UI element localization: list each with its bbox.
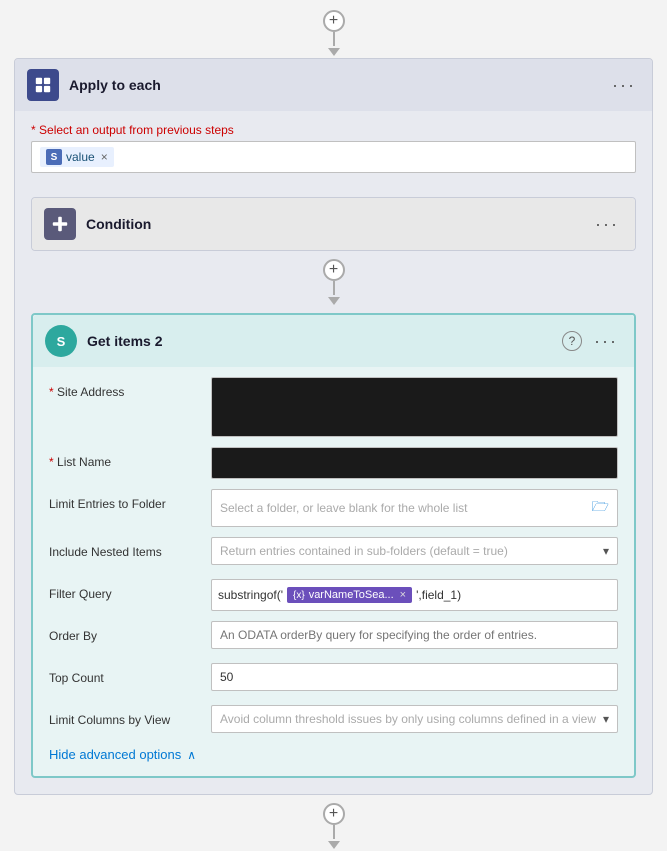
get-items-help-button[interactable]: ?	[562, 331, 582, 351]
apply-each-header: Apply to each ···	[15, 59, 652, 111]
site-address-row: Site Address	[49, 377, 618, 437]
include-nested-control: Return entries contained in sub-folders …	[211, 537, 618, 569]
list-name-input[interactable]	[211, 447, 618, 479]
limit-columns-chevron: ▾	[603, 712, 609, 726]
apply-each-svg-icon	[34, 76, 52, 94]
limit-entries-select[interactable]: Select a folder, or leave blank for the …	[211, 489, 618, 527]
order-by-label: Order By	[49, 621, 199, 643]
bottom-connector: +	[323, 803, 345, 849]
bottom-arrow	[328, 841, 340, 849]
site-address-control	[211, 377, 618, 437]
limit-columns-label: Limit Columns by View	[49, 705, 199, 727]
limit-columns-row: Limit Columns by View Avoid column thres…	[49, 705, 618, 737]
filter-token-close[interactable]: ×	[400, 589, 406, 601]
apply-each-more-button[interactable]: ···	[608, 74, 640, 96]
limit-entries-control: Select a folder, or leave blank for the …	[211, 489, 618, 527]
filter-query-control: substringof(' {x} varNameToSea... × ',fi…	[211, 579, 618, 611]
middle-arrow	[328, 297, 340, 305]
list-name-row: List Name	[49, 447, 618, 479]
limit-columns-control: Avoid column threshold issues by only us…	[211, 705, 618, 737]
order-by-input[interactable]	[211, 621, 618, 649]
select-output-label: Select an output from previous steps	[31, 123, 636, 137]
list-name-control	[211, 447, 618, 479]
top-count-label: Top Count	[49, 663, 199, 685]
top-count-input[interactable]	[211, 663, 618, 691]
top-count-control	[211, 663, 618, 695]
apply-each-inner: Condition ··· + S Get items 2 ? ···	[15, 189, 652, 794]
limit-entries-placeholder: Select a folder, or leave blank for the …	[220, 501, 467, 515]
include-nested-chevron: ▾	[603, 544, 609, 558]
top-arrow	[328, 48, 340, 56]
get-items-icon: S	[45, 325, 77, 357]
middle-connector-line	[333, 281, 335, 295]
list-name-label: List Name	[49, 447, 199, 469]
condition-icon	[44, 208, 76, 240]
get-items-content: Site Address List Name Lim	[33, 367, 634, 776]
hide-advanced-link[interactable]: Hide advanced options ∧	[49, 747, 618, 762]
condition-block: Condition ···	[31, 197, 636, 251]
hide-advanced-chevron: ∧	[187, 748, 196, 762]
middle-plus-button[interactable]: +	[323, 259, 345, 281]
include-nested-row: Include Nested Items Return entries cont…	[49, 537, 618, 569]
value-token: S value ×	[40, 147, 114, 167]
value-token-close[interactable]: ×	[101, 150, 108, 164]
filter-suffix: ',field_1)	[416, 588, 461, 602]
get-items-more-button[interactable]: ···	[590, 330, 622, 352]
filter-prefix: substringof('	[218, 588, 283, 602]
include-nested-select[interactable]: Return entries contained in sub-folders …	[211, 537, 618, 565]
middle-connector: +	[31, 259, 636, 305]
condition-more-button[interactable]: ···	[591, 213, 623, 235]
limit-columns-select[interactable]: Avoid column threshold issues by only us…	[211, 705, 618, 733]
folder-icon: 🗁	[592, 496, 609, 520]
limit-entries-label: Limit Entries to Folder	[49, 489, 199, 511]
select-output-input[interactable]: S value ×	[31, 141, 636, 173]
site-address-label: Site Address	[49, 377, 199, 399]
value-token-icon: S	[46, 149, 62, 165]
apply-each-icon	[27, 69, 59, 101]
filter-query-row: Filter Query substringof(' {x} varNameTo…	[49, 579, 618, 611]
condition-svg-icon	[51, 215, 69, 233]
filter-query-label: Filter Query	[49, 579, 199, 601]
apply-each-title: Apply to each	[69, 77, 608, 93]
hide-advanced-text: Hide advanced options	[49, 747, 181, 762]
top-connector-line	[333, 32, 335, 46]
limit-entries-row: Limit Entries to Folder Select a folder,…	[49, 489, 618, 527]
bottom-plus-button[interactable]: +	[323, 803, 345, 825]
order-by-control	[211, 621, 618, 653]
include-nested-label: Include Nested Items	[49, 537, 199, 559]
include-nested-placeholder: Return entries contained in sub-folders …	[220, 544, 508, 558]
condition-header: Condition ···	[32, 198, 635, 250]
filter-token-icon: {x}	[293, 590, 305, 601]
order-by-row: Order By	[49, 621, 618, 653]
condition-title: Condition	[86, 216, 591, 232]
top-connector: +	[323, 10, 345, 56]
filter-query-input[interactable]: substringof(' {x} varNameToSea... × ',fi…	[211, 579, 618, 611]
apply-each-content: Select an output from previous steps S v…	[15, 111, 652, 189]
get-items-block: S Get items 2 ? ··· Site Address	[31, 313, 636, 778]
site-address-input[interactable]	[211, 377, 618, 437]
get-items-title: Get items 2	[87, 333, 562, 349]
get-items-header: S Get items 2 ? ···	[33, 315, 634, 367]
limit-columns-placeholder: Avoid column threshold issues by only us…	[220, 712, 596, 726]
top-plus-button[interactable]: +	[323, 10, 345, 32]
filter-token-text: varNameToSea...	[309, 589, 394, 601]
value-token-text: value	[66, 150, 95, 164]
bottom-connector-line	[333, 825, 335, 839]
apply-each-block: Apply to each ··· Select an output from …	[14, 58, 653, 795]
filter-token: {x} varNameToSea... ×	[287, 587, 412, 603]
top-count-row: Top Count	[49, 663, 618, 695]
